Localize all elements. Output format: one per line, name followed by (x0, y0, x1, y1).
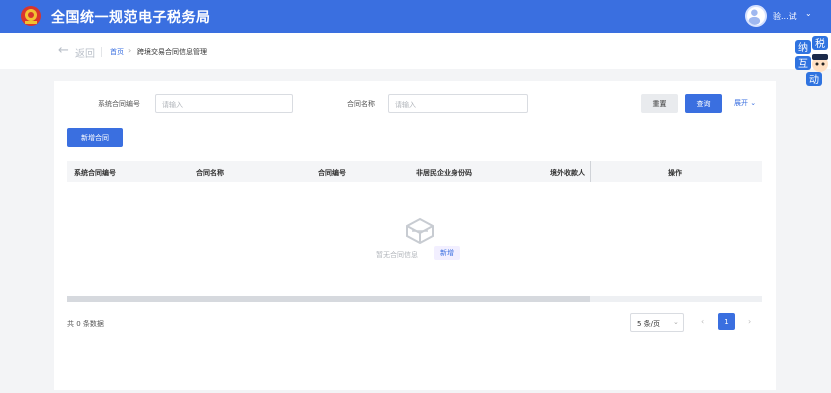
tax-emblem-icon (21, 6, 41, 26)
query-button[interactable]: 查询 (685, 94, 722, 113)
mascot-char-3: 互 (798, 58, 808, 70)
column-header-payee: 境外收款人 (550, 169, 585, 177)
next-page-button[interactable]: › (748, 317, 751, 326)
contract-no-input[interactable]: 请输入 (155, 94, 293, 113)
back-arrow-icon[interactable]: ← (58, 43, 69, 58)
mascot-char-1: 纳 (798, 41, 808, 54)
contract-name-label: 合同名称 (347, 100, 375, 108)
mascot-char-4: 动 (809, 74, 819, 86)
column-header-nonresident-id: 非居民企业身份码 (416, 169, 472, 177)
breadcrumb-current: 跨境交易合同信息管理 (137, 48, 207, 56)
tax-interaction-mascot-icon[interactable]: 纳 税 互 动 (792, 36, 831, 92)
contract-name-input[interactable]: 请输入 (388, 94, 528, 113)
breadcrumb-home-link[interactable]: 首页 (110, 47, 124, 57)
user-avatar[interactable] (745, 5, 767, 27)
app-title: 全国统一规范电子税务局 (51, 10, 211, 26)
column-header-contract-no: 合同编号 (318, 169, 346, 177)
column-header-system-contract-no: 系统合同编号 (74, 169, 116, 177)
column-header-actions: 操作 (668, 169, 682, 177)
breadcrumb-divider (101, 47, 102, 57)
total-count: 共 0 条数据 (67, 320, 104, 328)
reset-button[interactable]: 重置 (641, 94, 678, 113)
scrollbar-thumb[interactable] (67, 296, 590, 302)
chevron-down-icon[interactable]: ⌄ (805, 9, 812, 18)
empty-add-button[interactable]: 新增 (434, 246, 460, 260)
empty-box-icon (406, 217, 434, 244)
user-icon (748, 9, 761, 25)
expand-toggle[interactable]: 展开 ⌄ (734, 98, 756, 108)
column-header-contract-name: 合同名称 (196, 169, 224, 177)
chevron-down-icon[interactable]: ⌄ (673, 318, 679, 326)
table-header (67, 161, 762, 182)
back-button[interactable]: 返回 (75, 45, 95, 60)
contract-no-label: 系统合同编号 (98, 100, 140, 108)
column-resize-handle[interactable] (590, 161, 591, 182)
mascot-char-2: 税 (815, 37, 825, 50)
top-navbar: 全国统一规范电子税务局 验...试 ⌄ (0, 0, 831, 33)
prev-page-button[interactable]: ‹ (701, 317, 704, 326)
empty-state-text: 暂无合同信息 (376, 251, 418, 259)
username[interactable]: 验...试 (773, 11, 797, 22)
breadcrumb-separator: › (128, 46, 132, 55)
add-contract-button[interactable]: 新增合同 (67, 128, 123, 147)
page-number-current[interactable]: 1 (718, 313, 735, 330)
breadcrumb: ← 返回 首页 › 跨境交易合同信息管理 (0, 33, 831, 69)
